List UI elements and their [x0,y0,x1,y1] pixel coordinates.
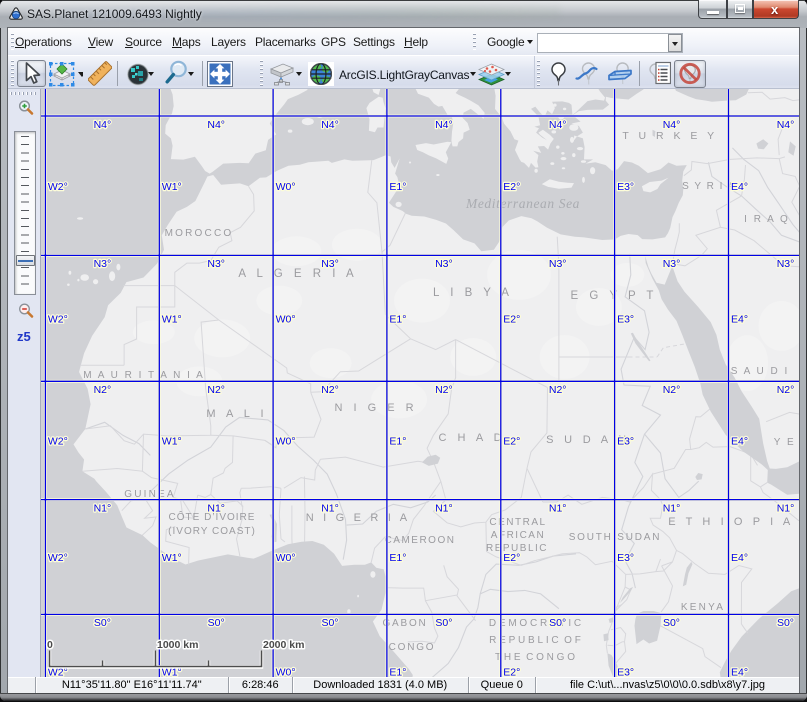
svg-text:C H A D: C H A D [438,432,505,444]
svg-text:W0°: W0° [276,552,296,564]
svg-text:M A U R I T A N I A: M A U R I T A N I A [83,370,205,381]
svg-text:S0°: S0° [663,617,680,629]
svg-text:N1°: N1° [321,502,339,514]
svg-text:E3°: E3° [617,314,634,326]
svg-text:N1°: N1° [94,502,112,514]
svg-text:GABON: GABON [382,618,427,629]
svg-text:CENTRAL: CENTRAL [489,517,546,528]
svg-text:(IVORY COAST): (IVORY COAST) [168,526,256,537]
svg-text:N4°: N4° [777,119,795,131]
svg-text:N1°: N1° [663,502,681,514]
svg-text:0: 0 [47,639,53,651]
svg-text:E4°: E4° [731,667,748,677]
svg-text:N3°: N3° [549,258,567,270]
svg-text:T U R K E Y: T U R K E Y [622,130,717,142]
svg-text:N3°: N3° [435,258,453,270]
svg-text:S0°: S0° [777,617,794,629]
svg-text:W1°: W1° [162,181,182,193]
svg-text:N3°: N3° [321,258,339,270]
svg-text:S0°: S0° [208,617,225,629]
svg-text:E4°: E4° [731,181,748,193]
svg-text:E2°: E2° [503,181,520,193]
svg-text:E3°: E3° [617,552,634,564]
svg-text:E1°: E1° [389,436,406,448]
svg-text:W0°: W0° [276,181,296,193]
svg-text:S A U D I: S A U D I [731,366,790,377]
svg-text:MOROCCO: MOROCCO [165,228,234,239]
svg-text:N3°: N3° [94,258,112,270]
svg-text:W1°: W1° [162,552,182,564]
svg-text:N I G E R: N I G E R [334,402,417,414]
svg-text:E2°: E2° [503,436,520,448]
svg-text:W0°: W0° [276,314,296,326]
svg-text:N4°: N4° [435,119,453,131]
svg-text:E4°: E4° [731,436,748,448]
svg-text:S0°: S0° [549,617,566,629]
svg-text:E2°: E2° [503,314,520,326]
svg-text:T H E C O N G O: T H E C O N G O [495,652,575,663]
svg-text:N2°: N2° [94,384,112,396]
svg-text:E1°: E1° [389,552,406,564]
svg-text:N2°: N2° [549,384,567,396]
svg-text:N1°: N1° [549,502,567,514]
svg-text:S0°: S0° [321,617,338,629]
svg-text:N4°: N4° [207,119,225,131]
svg-text:E3°: E3° [617,436,634,448]
svg-text:W2°: W2° [48,436,68,448]
svg-text:S0°: S0° [94,617,111,629]
svg-text:N3°: N3° [207,258,225,270]
svg-text:N2°: N2° [435,384,453,396]
svg-text:N2°: N2° [207,384,225,396]
svg-text:W2°: W2° [48,181,68,193]
svg-text:N1°: N1° [777,502,795,514]
svg-text:I R A Q: I R A Q [744,214,790,225]
svg-text:N2°: N2° [663,384,681,396]
svg-text:E2°: E2° [503,667,520,677]
svg-text:N4°: N4° [94,119,112,131]
svg-text:W2°: W2° [48,552,68,564]
svg-text:M A L I: M A L I [206,408,267,420]
svg-text:CONGO: CONGO [389,642,436,653]
svg-text:A L G E R I A: A L G E R I A [238,268,357,280]
svg-text:W1°: W1° [162,436,182,448]
svg-text:CAMEROON: CAMEROON [385,535,456,546]
svg-text:N4°: N4° [321,119,339,131]
svg-text:W1°: W1° [162,314,182,326]
svg-text:E4°: E4° [731,552,748,564]
svg-text:N4°: N4° [663,119,681,131]
svg-text:W0°: W0° [276,436,296,448]
svg-text:E4°: E4° [731,314,748,326]
svg-text:N2°: N2° [777,384,795,396]
svg-text:Y E M E N: Y E M E N [774,437,799,448]
svg-text:2000 km: 2000 km [263,639,304,651]
svg-text:E3°: E3° [617,667,634,677]
svg-text:E2°: E2° [503,552,520,564]
svg-text:KENYA: KENYA [681,602,725,613]
svg-text:E1°: E1° [389,314,406,326]
svg-text:AFRICAN: AFRICAN [491,530,545,541]
svg-text:E1°: E1° [389,181,406,193]
svg-text:S0°: S0° [435,617,452,629]
svg-text:E3°: E3° [617,181,634,193]
svg-text:W2°: W2° [48,314,68,326]
svg-text:1000 km: 1000 km [157,639,198,651]
svg-text:D E M O C R A T I C: D E M O C R A T I C [489,618,581,629]
svg-text:N4°: N4° [549,119,567,131]
svg-text:E1°: E1° [389,667,406,677]
svg-text:N2°: N2° [321,384,339,396]
svg-text:Mediterranean Sea: Mediterranean Sea [465,196,580,211]
svg-text:R E P U B L I C O F: R E P U B L I C O F [489,635,581,646]
svg-text:N3°: N3° [663,258,681,270]
svg-text:N1°: N1° [207,502,225,514]
svg-text:E T H I O P I A: E T H I O P I A [668,516,794,528]
svg-text:W0°: W0° [276,667,296,677]
svg-text:N3°: N3° [777,258,795,270]
svg-text:N1°: N1° [435,502,453,514]
